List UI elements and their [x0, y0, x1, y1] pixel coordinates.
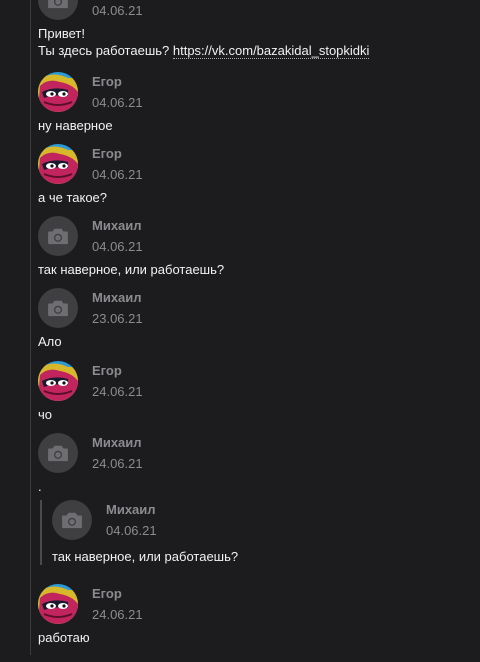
- avatar[interactable]: [38, 72, 78, 112]
- author-name[interactable]: Егор: [92, 146, 122, 161]
- message-text: Ало: [38, 334, 62, 349]
- avatar[interactable]: [38, 144, 78, 184]
- message-header: Михаил 23.06.21: [38, 288, 468, 328]
- message-text: ну наверное: [38, 118, 113, 133]
- camera-icon[interactable]: [38, 288, 78, 328]
- message-date: 04.06.21: [92, 167, 143, 182]
- message: Егор 04.06.21 а че такое?: [38, 144, 468, 206]
- message-date: 24.06.21: [92, 384, 143, 399]
- message: Михаил 24.06.21 .: [38, 433, 468, 495]
- message-text: .: [38, 479, 42, 494]
- message-line: Ты здесь работаешь? https://vk.com/bazak…: [38, 42, 468, 59]
- message-header: Михаил 04.06.21: [38, 216, 468, 256]
- message-header: 04.06.21: [38, 0, 468, 20]
- author-name[interactable]: Егор: [92, 586, 122, 601]
- message-text: а че такое?: [38, 190, 108, 205]
- message-date: 23.06.21: [92, 311, 143, 326]
- message-text: чо: [38, 407, 53, 422]
- author-name[interactable]: Егор: [92, 363, 122, 378]
- avatar[interactable]: [38, 361, 78, 401]
- message: Егор 04.06.21 ну наверное: [38, 72, 468, 134]
- message-header: Егор 24.06.21: [38, 361, 468, 401]
- author-name[interactable]: Михаил: [106, 502, 156, 517]
- message-line: Привет!: [38, 26, 85, 41]
- message: Михаил 23.06.21 Ало: [38, 288, 468, 350]
- thread-line: [30, 0, 31, 655]
- message: Егор 24.06.21 работаю: [38, 584, 468, 646]
- message-date: 24.06.21: [92, 607, 143, 622]
- message-header: Михаил 04.06.21: [52, 500, 472, 540]
- message: Михаил 04.06.21 так наверное, или работа…: [38, 216, 468, 278]
- message-text: так наверное, или работаешь?: [52, 549, 239, 564]
- author-name[interactable]: Михаил: [92, 435, 142, 450]
- message-date: 24.06.21: [92, 456, 143, 471]
- message-header: Михаил 24.06.21: [38, 433, 468, 473]
- message-date: 04.06.21: [106, 523, 157, 538]
- forwarded-message[interactable]: Михаил 04.06.21 так наверное, или работа…: [40, 500, 472, 565]
- message: 04.06.21 Привет! Ты здесь работаешь? htt…: [38, 0, 468, 59]
- message-header: Егор 24.06.21: [38, 584, 468, 624]
- author-name[interactable]: Михаил: [92, 218, 142, 233]
- camera-icon[interactable]: [38, 433, 78, 473]
- camera-icon[interactable]: [38, 216, 78, 256]
- message-line-prefix: Ты здесь работаешь?: [38, 43, 173, 58]
- camera-icon[interactable]: [52, 500, 92, 540]
- message: Егор 24.06.21 чо: [38, 361, 468, 423]
- message-text: Привет! Ты здесь работаешь? https://vk.c…: [38, 25, 468, 59]
- author-name[interactable]: Михаил: [92, 290, 142, 305]
- camera-icon[interactable]: [38, 0, 78, 20]
- message-text: так наверное, или работаешь?: [38, 262, 225, 277]
- avatar[interactable]: [38, 584, 78, 624]
- message-text: работаю: [38, 630, 90, 645]
- message-date: 04.06.21: [92, 3, 143, 18]
- message-link[interactable]: https://vk.com/bazakidal_stopkidki: [172, 43, 370, 59]
- message-header: Егор 04.06.21: [38, 72, 468, 112]
- author-name[interactable]: Егор: [92, 74, 122, 89]
- message-header: Егор 04.06.21: [38, 144, 468, 184]
- message-date: 04.06.21: [92, 95, 143, 110]
- message-date: 04.06.21: [92, 239, 143, 254]
